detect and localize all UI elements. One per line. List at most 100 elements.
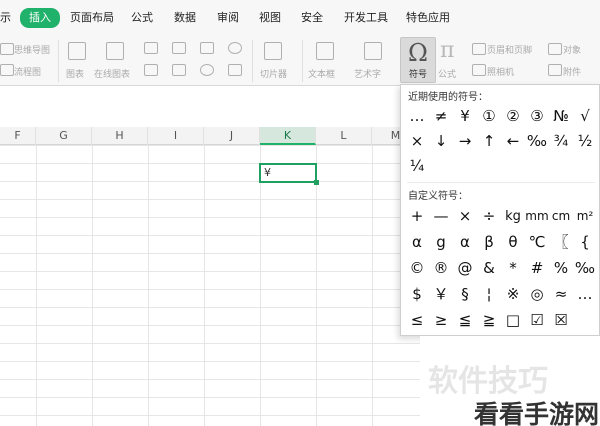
symbol-item[interactable]: θ <box>501 231 525 254</box>
symbol-item[interactable]: ¼ <box>405 155 429 178</box>
symbol-item[interactable]: × <box>453 205 477 228</box>
tab-special-apps[interactable]: 特色应用 <box>406 9 450 27</box>
chart-button[interactable]: 图表 <box>66 67 84 80</box>
flowchart-button[interactable]: 流程图 <box>14 65 41 78</box>
symbol-item[interactable]: ※ <box>501 283 525 306</box>
symbol-item[interactable]: ≤ <box>405 309 429 332</box>
symbol-item[interactable]: ≈ <box>549 283 573 306</box>
symbol-item[interactable]: α <box>405 231 429 254</box>
tab-view-partial[interactable]: 示 <box>0 9 11 27</box>
symbol-item[interactable]: ® <box>429 257 453 280</box>
column-chart-icon[interactable] <box>144 42 158 54</box>
symbol-item[interactable]: & <box>477 257 501 280</box>
tab-data[interactable]: 数据 <box>174 9 196 27</box>
object-button[interactable]: 对象 <box>563 43 581 56</box>
column-header[interactable]: L <box>316 127 372 145</box>
column-header[interactable]: I <box>148 127 204 145</box>
symbol-item[interactable]: ¾ <box>549 130 573 153</box>
line-chart-icon[interactable] <box>200 42 214 54</box>
symbol-item[interactable]: § <box>453 283 477 306</box>
symbol-item[interactable]: g <box>429 231 453 254</box>
donut-chart-icon[interactable] <box>200 64 214 76</box>
symbol-item[interactable]: → <box>453 130 477 153</box>
column-header-selected[interactable]: K <box>260 127 316 145</box>
symbol-item[interactable]: © <box>405 257 429 280</box>
symbol-item[interactable]: ☒ <box>549 309 573 332</box>
symbol-item[interactable]: m² <box>573 205 597 228</box>
symbol-item[interactable]: 〖 <box>549 231 573 254</box>
textbox-button[interactable]: 文本框 <box>308 67 335 80</box>
symbol-item[interactable]: — <box>429 205 453 228</box>
symbol-item[interactable]: % <box>549 257 573 280</box>
symbol-item[interactable]: cm <box>549 205 573 228</box>
tab-review[interactable]: 审阅 <box>217 9 239 27</box>
tab-view[interactable]: 视图 <box>259 9 281 27</box>
symbol-item[interactable]: ☑ <box>525 309 549 332</box>
pie-chart-icon[interactable] <box>228 42 242 54</box>
symbol-item[interactable]: ① <box>477 105 501 128</box>
column-header[interactable]: F <box>0 127 36 145</box>
symbol-item[interactable]: ￥ <box>429 283 453 306</box>
column-header[interactable]: G <box>36 127 92 145</box>
symbol-item[interactable]: ¦ <box>477 283 501 306</box>
symbol-item[interactable]: ← <box>501 130 525 153</box>
area-chart-icon[interactable] <box>144 64 158 76</box>
symbol-item[interactable]: ③ <box>525 105 549 128</box>
tab-security[interactable]: 安全 <box>301 9 323 27</box>
symbol-item[interactable]: ◎ <box>525 283 549 306</box>
camera-button[interactable]: 照相机 <box>487 65 514 78</box>
symbol-item[interactable]: ‰ <box>525 130 549 153</box>
column-header[interactable]: J <box>204 127 260 145</box>
wordart-button[interactable]: 艺术字 <box>354 67 381 80</box>
column-header[interactable]: H <box>92 127 148 145</box>
tab-page-layout[interactable]: 页面布局 <box>70 9 114 27</box>
symbol-item[interactable]: √ <box>573 105 597 128</box>
symbol-item[interactable]: ≥ <box>429 309 453 332</box>
tab-developer-tools[interactable]: 开发工具 <box>344 9 388 27</box>
tab-formula[interactable]: 公式 <box>131 9 153 27</box>
tab-insert[interactable]: 插入 <box>20 8 60 28</box>
cell-grid[interactable] <box>0 145 420 426</box>
symbol-item[interactable]: ÷ <box>477 205 501 228</box>
symbol-item[interactable]: α <box>453 231 477 254</box>
textbox-icon <box>316 42 334 60</box>
symbol-item[interactable]: @ <box>453 257 477 280</box>
pi-icon[interactable]: π <box>440 38 454 63</box>
symbol-item[interactable]: ≠ <box>429 105 453 128</box>
symbol-item[interactable]: $ <box>405 283 429 306</box>
active-cell[interactable]: ¥ <box>259 163 319 185</box>
symbol-item[interactable]: ② <box>501 105 525 128</box>
slicer-button[interactable]: 切片器 <box>260 67 287 80</box>
symbol-item[interactable]: mm <box>525 205 549 228</box>
symbol-item[interactable]: ‰ <box>573 257 597 280</box>
stock-chart-icon[interactable] <box>172 64 186 76</box>
symbol-item[interactable]: № <box>549 105 573 128</box>
symbol-item[interactable]: * <box>501 257 525 280</box>
symbol-item[interactable]: # <box>525 257 549 280</box>
symbol-item[interactable]: … <box>405 105 429 128</box>
symbol-item[interactable]: β <box>477 231 501 254</box>
symbol-item[interactable]: kg <box>501 205 525 228</box>
symbol-item[interactable]: ≦ <box>453 309 477 332</box>
attachment-button[interactable]: 附件 <box>563 65 581 78</box>
symbol-item[interactable]: ℃ <box>525 231 549 254</box>
symbol-button[interactable]: Ω 符号 <box>400 37 436 83</box>
header-footer-icon <box>472 43 486 55</box>
symbol-item[interactable]: ↓ <box>429 130 453 153</box>
fill-handle[interactable] <box>314 180 319 185</box>
online-chart-button[interactable]: 在线图表 <box>94 67 130 80</box>
bar-chart-small-icon[interactable] <box>172 42 186 54</box>
formula-button[interactable]: 公式 <box>438 67 456 80</box>
symbol-item[interactable]: … <box>573 283 597 306</box>
scatter-chart-icon[interactable] <box>228 64 242 76</box>
symbol-item[interactable]: ¥ <box>453 105 477 128</box>
symbol-item[interactable]: { <box>573 231 597 254</box>
symbol-item[interactable]: ↑ <box>477 130 501 153</box>
mind-map-button[interactable]: 思维导图 <box>14 43 50 56</box>
symbol-item[interactable]: ½ <box>573 130 597 153</box>
symbol-item[interactable]: ≧ <box>477 309 501 332</box>
header-footer-button[interactable]: 页眉和页脚 <box>487 43 532 56</box>
symbol-item[interactable]: □ <box>501 309 525 332</box>
symbol-item[interactable]: + <box>405 205 429 228</box>
symbol-item[interactable]: × <box>405 130 429 153</box>
